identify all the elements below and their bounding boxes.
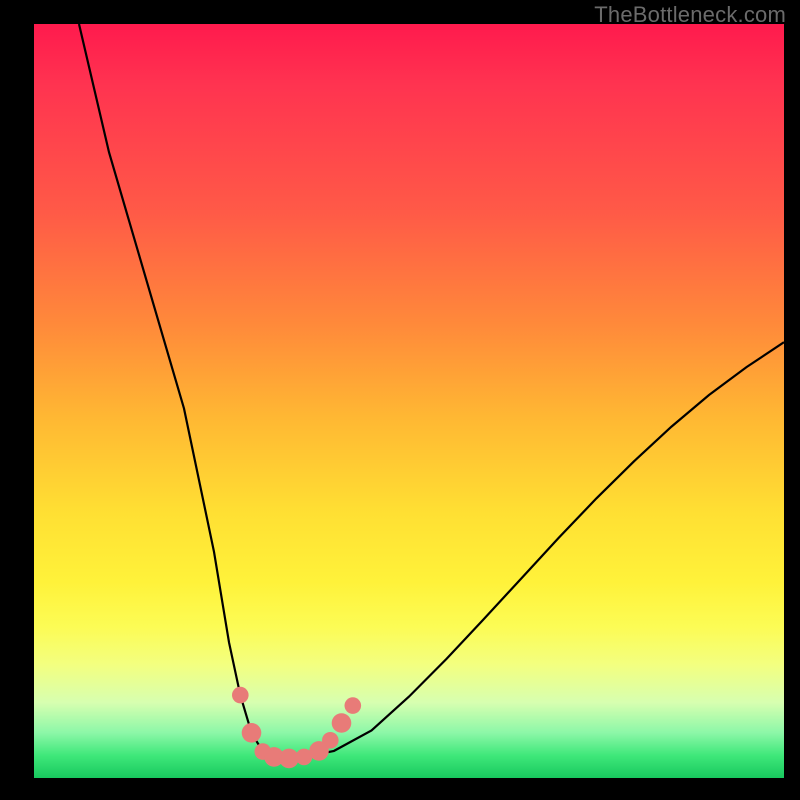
- plot-area: [34, 24, 784, 778]
- bottleneck-curve: [34, 24, 784, 778]
- watermark-text: TheBottleneck.com: [594, 2, 786, 28]
- marker-dot: [322, 732, 339, 749]
- marker-dot: [242, 723, 262, 743]
- chart-frame: TheBottleneck.com: [0, 0, 800, 800]
- marker-dot: [232, 687, 249, 704]
- marker-dot: [345, 697, 362, 714]
- curve-line: [79, 24, 784, 758]
- marker-dot: [332, 713, 352, 733]
- curve-markers: [232, 687, 361, 768]
